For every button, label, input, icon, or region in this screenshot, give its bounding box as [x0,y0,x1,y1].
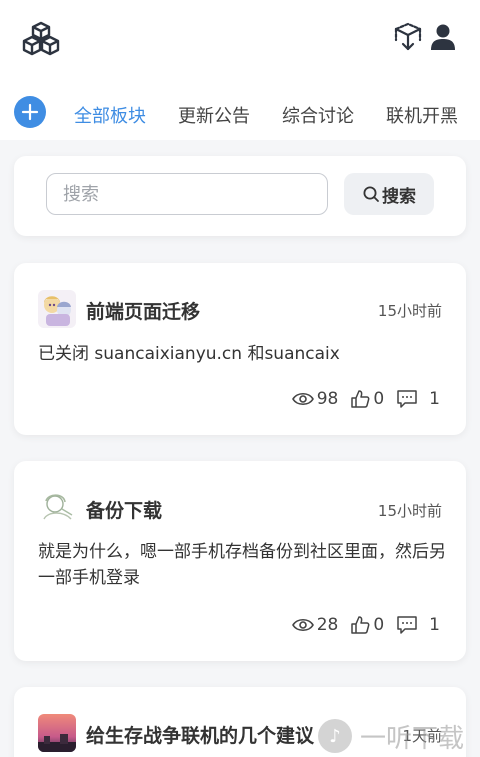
watermark-text: 一听下载 [360,723,465,754]
comments-stat[interactable]: 1 [396,389,440,409]
post-title[interactable]: 前端页面迁移 [86,297,200,324]
top-header [0,0,480,80]
post-stats: 98 0 1 [280,389,440,409]
search-icon [363,186,379,202]
tab-multiplayer[interactable]: 联机开黑 [386,102,458,128]
watermark: ♪ 一听下载 [318,716,478,756]
views-stat: 98 [291,389,339,409]
eye-icon [291,618,314,632]
post-time: 15小时前 [377,302,442,320]
post-card[interactable]: 前端页面迁移 15小时前 已关闭 suancaixianyu.cn 和suanc… [14,263,466,435]
views-count: 98 [316,389,339,409]
cubes-logo-icon[interactable] [22,20,60,56]
comment-icon [397,616,417,634]
tab-all-boards[interactable]: 全部板块 [74,102,146,128]
post-stats: 28 0 1 [280,615,440,635]
likes-stat[interactable]: 0 [350,615,384,635]
tab-general-discussion[interactable]: 综合讨论 [282,102,354,128]
post-body: 就是为什么，嗯一部手机存档备份到社区里面，然后另一部手机登录 [38,542,446,588]
avatar [38,714,76,752]
add-post-button[interactable] [14,96,46,128]
comments-stat[interactable]: 1 [396,615,440,635]
post-time: 15小时前 [377,502,442,520]
avatar [38,489,76,527]
search-button-label: 搜索 [382,186,416,207]
cube-download-icon[interactable] [392,22,424,52]
search-button[interactable]: 搜索 [344,173,434,215]
post-body: 已关闭 suancaixianyu.cn 和suancaix [38,344,340,364]
post-card[interactable]: 备份下载 15小时前 就是为什么，嗯一部手机存档备份到社区里面，然后另一部手机登… [14,461,466,661]
likes-stat[interactable]: 0 [350,389,384,409]
eye-icon [291,392,314,406]
comment-icon [397,390,417,408]
user-icon[interactable] [430,23,456,51]
views-stat: 28 [291,615,339,635]
views-count: 28 [316,615,339,635]
tab-announcements[interactable]: 更新公告 [178,102,250,128]
likes-count: 0 [373,615,385,635]
plus-icon [21,103,39,121]
thumbs-up-icon [351,616,370,634]
post-title[interactable]: 备份下载 [86,496,162,523]
watermark-logo-icon: ♪ [318,719,352,753]
search-input[interactable] [46,173,328,215]
comments-count: 1 [429,389,440,409]
likes-count: 0 [373,389,385,409]
thumbs-up-icon [351,390,370,408]
search-card: 搜索 [14,156,466,236]
post-title[interactable]: 给生存战争联机的几个建议 [86,721,314,748]
comments-count: 1 [429,615,440,635]
avatar [38,290,76,328]
